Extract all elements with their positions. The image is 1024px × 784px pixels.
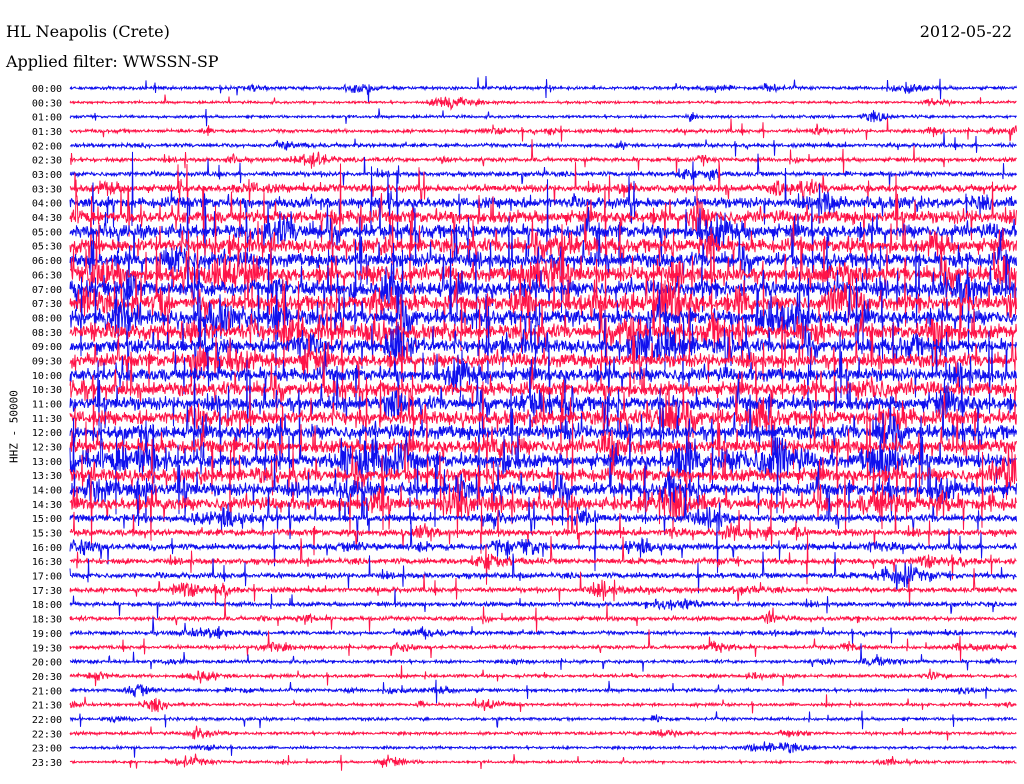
row-time-label: 12:30 [32,443,62,454]
row-time-label: 19:00 [32,629,62,640]
seismic-trace-row [69,753,1017,771]
row-time-label: 14:30 [32,500,62,511]
seismic-trace-row [69,679,1017,704]
row-time-label: 02:30 [32,156,62,167]
row-time-label: 06:00 [32,256,62,267]
row-time-label: 10:00 [32,371,62,382]
seismic-trace-row [69,224,1017,328]
seismic-trace-row [69,617,1017,645]
seismic-trace-row [69,94,1017,111]
row-time-label: 10:30 [32,385,62,396]
row-time-label: 08:30 [32,328,62,339]
row-time-label: 02:00 [32,141,62,152]
seismic-trace-row [69,725,1017,741]
row-time-label: 12:00 [32,428,62,439]
row-time-label: 16:30 [32,557,62,568]
seismic-trace-row [69,589,1017,619]
row-time-label: 09:30 [32,356,62,367]
y-axis-label: HHZ - 50000 [7,390,21,463]
row-time-label: 21:00 [32,686,62,697]
station-title: HL Neapolis (Crete) [6,22,170,41]
row-time-label: 11:00 [32,399,62,410]
row-time-label: 06:30 [32,270,62,281]
row-time-label: 22:00 [32,715,62,726]
row-time-label: 11:30 [32,414,62,425]
row-time-label: 00:00 [32,84,62,95]
seismic-trace-row [69,108,1017,127]
seismic-trace-row [69,132,1017,157]
row-time-label: 03:30 [32,184,62,195]
seismic-trace-row [69,665,1017,687]
row-time-label: 00:30 [32,98,62,109]
row-time-label: 23:30 [32,758,62,769]
row-time-label: 15:00 [32,514,62,525]
seismic-trace-row [69,741,1017,758]
row-time-label: 01:30 [32,127,62,138]
row-time-label: 17:00 [32,572,62,583]
seismogram-chart: HL Neapolis (Crete) Applied filter: WWSS… [0,0,1024,780]
row-time-label: 17:30 [32,586,62,597]
row-time-label: 05:30 [32,242,62,253]
row-time-label: 18:30 [32,615,62,626]
row-time-label: 20:30 [32,672,62,683]
seismic-trace-row [69,694,1017,714]
row-time-label: 13:00 [32,457,62,468]
row-time-label: 22:30 [32,729,62,740]
row-time-label: 23:00 [32,744,62,755]
seismic-trace-row [69,75,1017,103]
row-time-label: 07:30 [32,299,62,310]
seismic-trace-row [69,551,1017,594]
row-time-label: 21:30 [32,701,62,712]
row-time-label: 15:30 [32,529,62,540]
seismic-trace-row [69,160,1017,220]
row-time-label: 20:00 [32,658,62,669]
row-time-label: 16:00 [32,543,62,554]
date-label: 2012-05-22 [919,22,1012,41]
seismic-trace-row [69,710,1017,730]
row-time-label: 03:00 [32,170,62,181]
row-time-label: 08:00 [32,313,62,324]
filter-subtitle: Applied filter: WWSSN-SP [6,52,219,71]
row-time-label: 01:00 [32,113,62,124]
plot-area: 00:00 00:30 01:00 01:30 02:00 02:30 03:00 03:30… [32,75,1017,771]
row-time-label: 05:00 [32,227,62,238]
row-time-label: 04:00 [32,199,62,210]
row-time-label: 13:30 [32,471,62,482]
row-time-label: 14:00 [32,486,62,497]
row-time-label: 07:00 [32,285,62,296]
row-time-label: 19:30 [32,643,62,654]
seismic-trace-row [69,519,1017,573]
row-time-label: 18:00 [32,600,62,611]
row-time-label: 09:00 [32,342,62,353]
row-time-label: 04:30 [32,213,62,224]
